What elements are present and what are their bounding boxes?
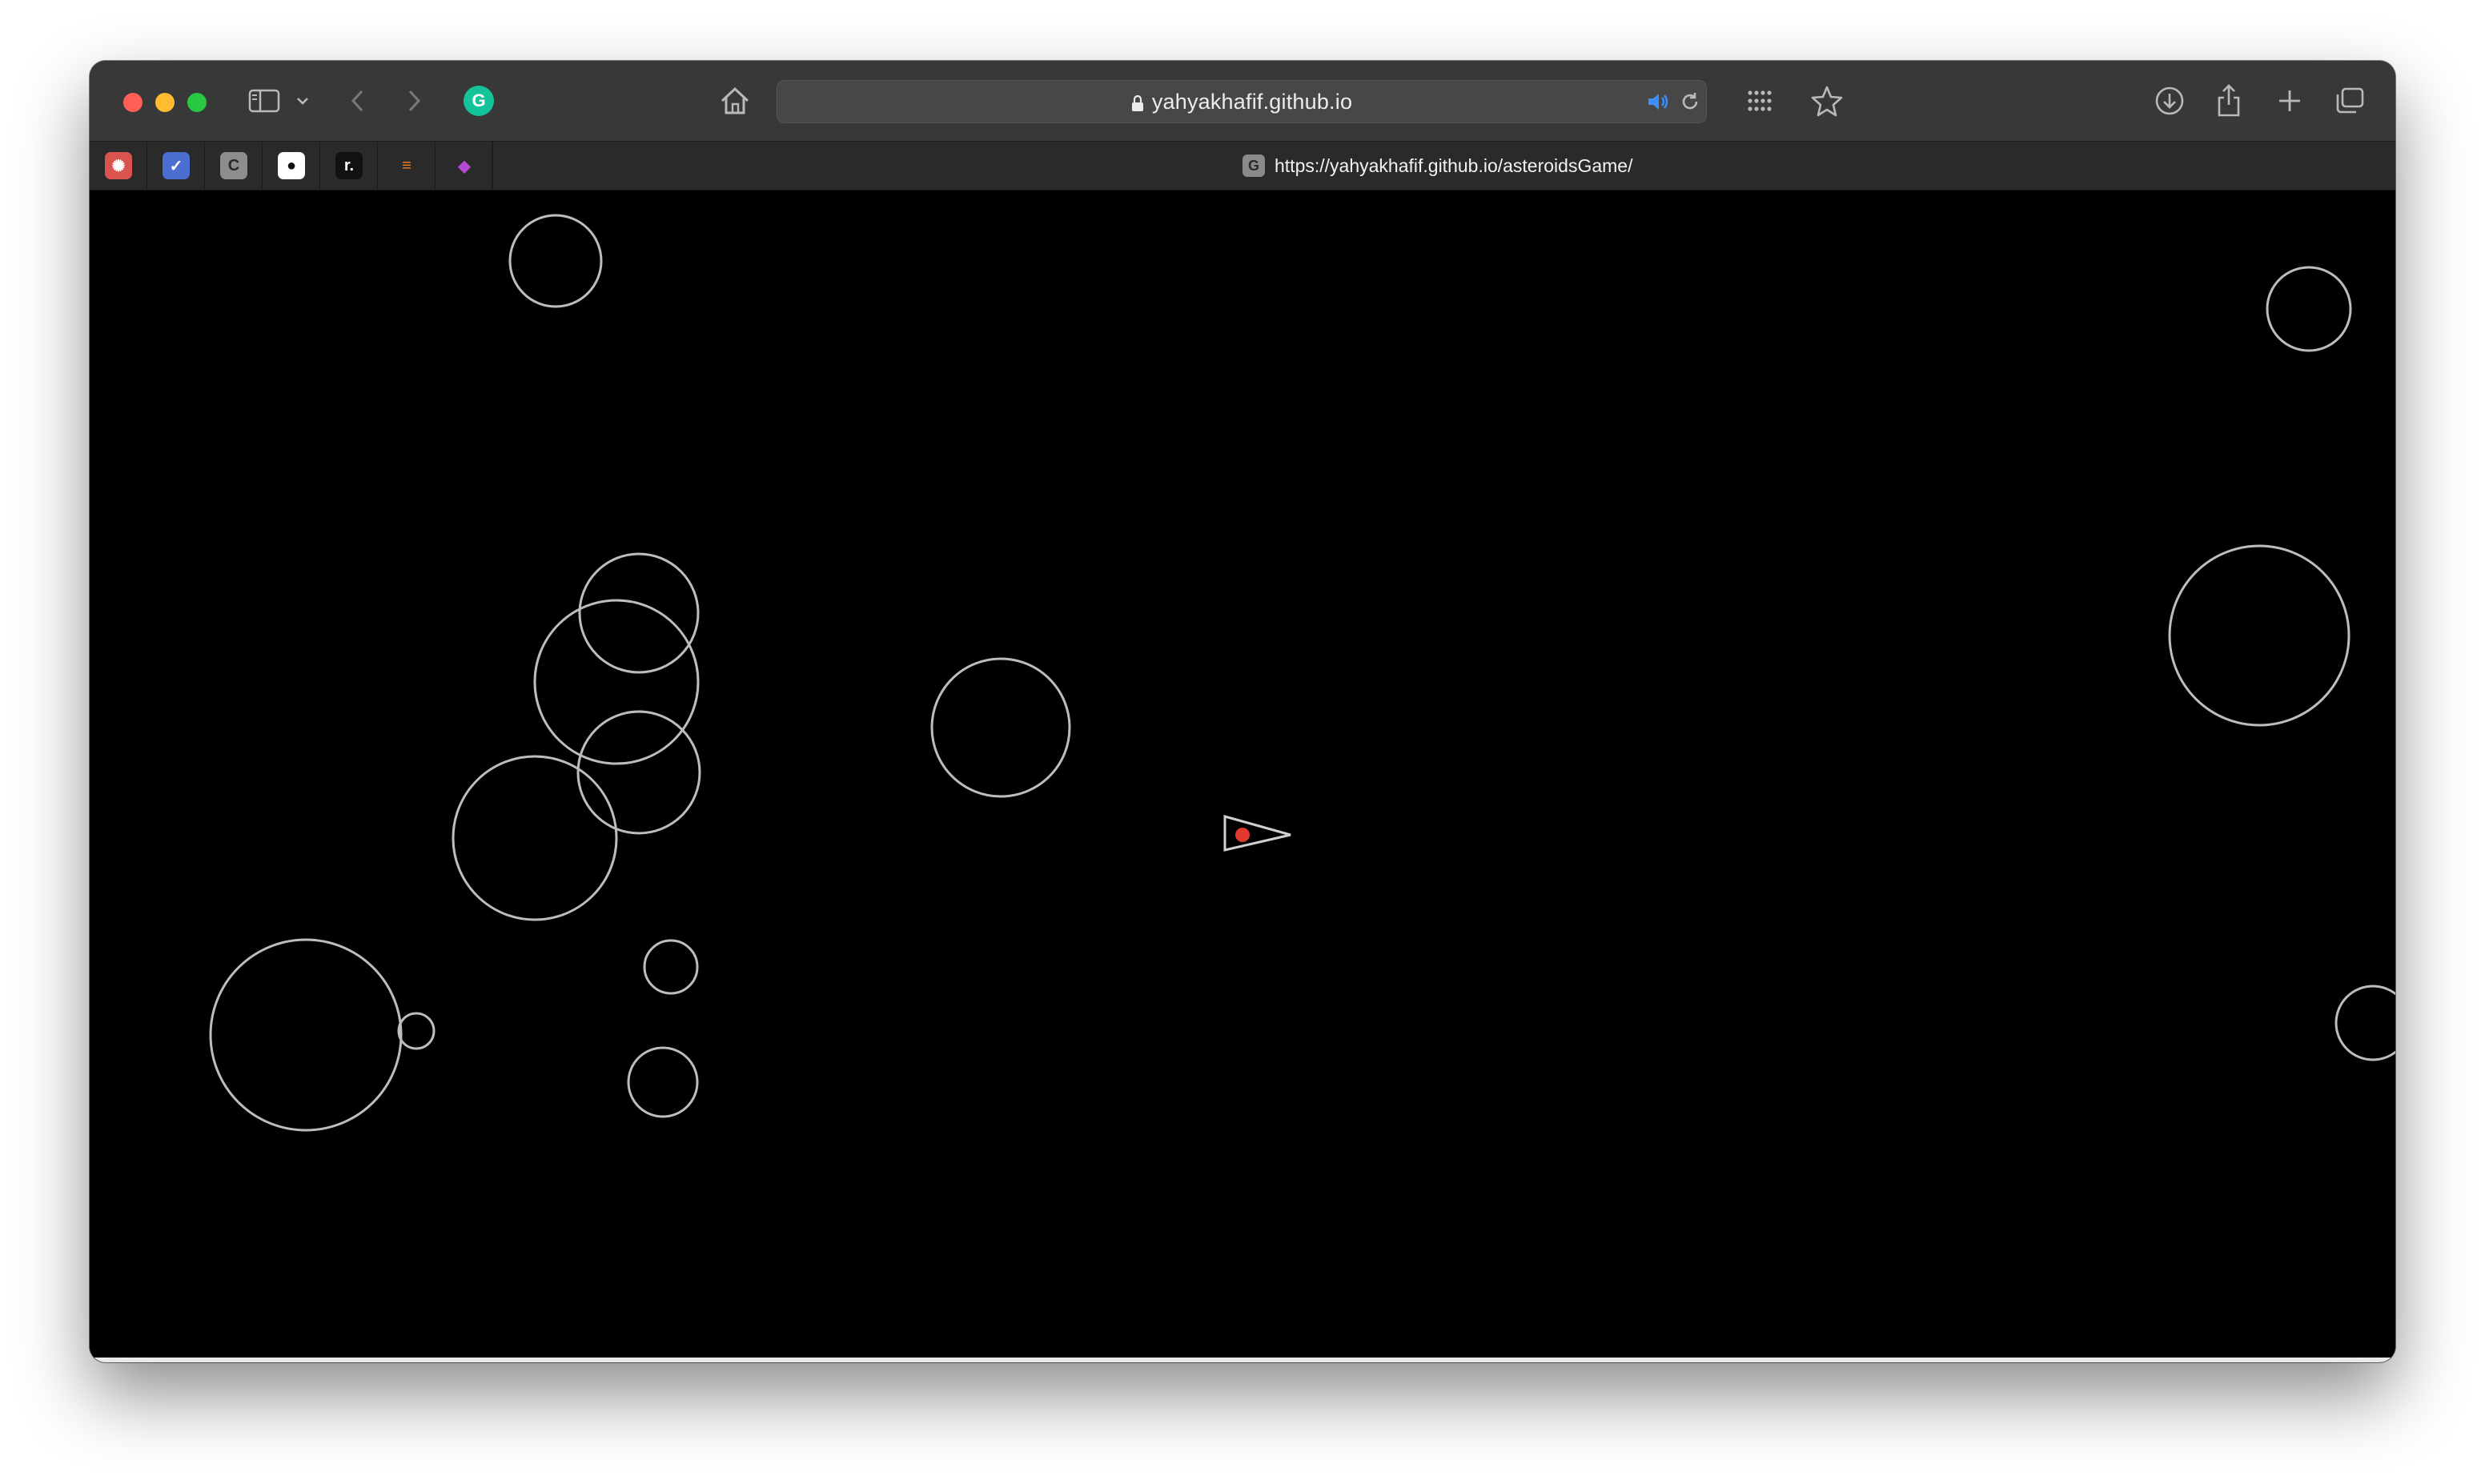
player-ship (1223, 815, 1291, 852)
active-tab[interactable]: G https://yahyakhafif.github.io/asteroid… (1242, 142, 1632, 190)
tab-separator (204, 142, 205, 190)
pinned-tab-github[interactable]: ● (278, 152, 305, 179)
pinned-tab-r[interactable]: r. (335, 152, 363, 179)
grid-icon[interactable] (1744, 85, 1776, 117)
browser-toolbar: G yahyakhafif.github.io (90, 61, 2395, 141)
asteroid (452, 755, 618, 921)
svg-text:G: G (472, 90, 485, 110)
plus-icon[interactable] (2274, 85, 2306, 117)
asteroid (397, 1012, 436, 1050)
address-bar[interactable]: yahyakhafif.github.io (777, 80, 1707, 123)
pinned-tab-app[interactable]: ◆ (451, 152, 478, 179)
asteroid (627, 1046, 699, 1118)
asteroid (578, 552, 700, 674)
tab-separator (435, 142, 436, 190)
browser-window: G yahyakhafif.github.io ✺ ✓ C ● r. ≡ ◆ G… (90, 61, 2395, 1362)
home-icon[interactable] (717, 83, 753, 118)
lock-icon (1131, 93, 1144, 111)
active-tab-url: https://yahyakhafif.github.io/asteroidsG… (1275, 154, 1633, 176)
game-field (209, 214, 2395, 1132)
tab-separator (319, 142, 320, 190)
pinned-tab-stackoverflow[interactable]: ≡ (393, 152, 420, 179)
download-icon[interactable] (2154, 85, 2186, 117)
asteroid (643, 939, 699, 995)
back-icon[interactable] (346, 86, 370, 115)
pinned-tab-mail[interactable]: ✓ (163, 152, 190, 179)
pinned-tab-openai[interactable]: ✺ (105, 152, 132, 179)
window-bottom-edge (90, 1358, 2395, 1362)
ship-core (1235, 828, 1250, 842)
asteroid (2334, 985, 2395, 1061)
asteroid (508, 214, 603, 308)
tab-favicon: G (1242, 154, 1265, 177)
tab-separator (377, 142, 378, 190)
address-host: yahyakhafif.github.io (1151, 89, 1353, 114)
grammarly-icon[interactable]: G (463, 85, 495, 117)
speaker-icon[interactable] (1645, 89, 1671, 114)
asteroid (576, 710, 701, 835)
asteroid (2266, 266, 2352, 352)
share-icon[interactable] (2214, 82, 2243, 118)
address-bar-content: yahyakhafif.github.io (777, 81, 1706, 122)
zoom-window-button[interactable] (187, 93, 207, 112)
tab-bar: ✺ ✓ C ● r. ≡ ◆ G https://yahyakhafif.github.io… (90, 141, 2395, 191)
asteroid (930, 657, 1071, 798)
tab-separator (262, 142, 263, 190)
sidebar-icon[interactable] (247, 86, 282, 115)
minimize-window-button[interactable] (155, 93, 175, 112)
close-window-button[interactable] (123, 93, 143, 112)
chevron-down-icon[interactable] (293, 91, 312, 110)
tabs-overview-icon[interactable] (2333, 85, 2367, 117)
asteroid (533, 599, 700, 765)
forward-icon[interactable] (402, 86, 426, 115)
asteroid (2168, 544, 2351, 727)
tab-separator (492, 142, 493, 190)
asteroids-game-canvas[interactable] (90, 191, 2395, 1359)
asteroid (209, 938, 403, 1132)
pinned-tab-c[interactable]: C (220, 152, 247, 179)
star-icon[interactable] (1809, 83, 1845, 118)
reload-icon[interactable] (1677, 89, 1703, 114)
